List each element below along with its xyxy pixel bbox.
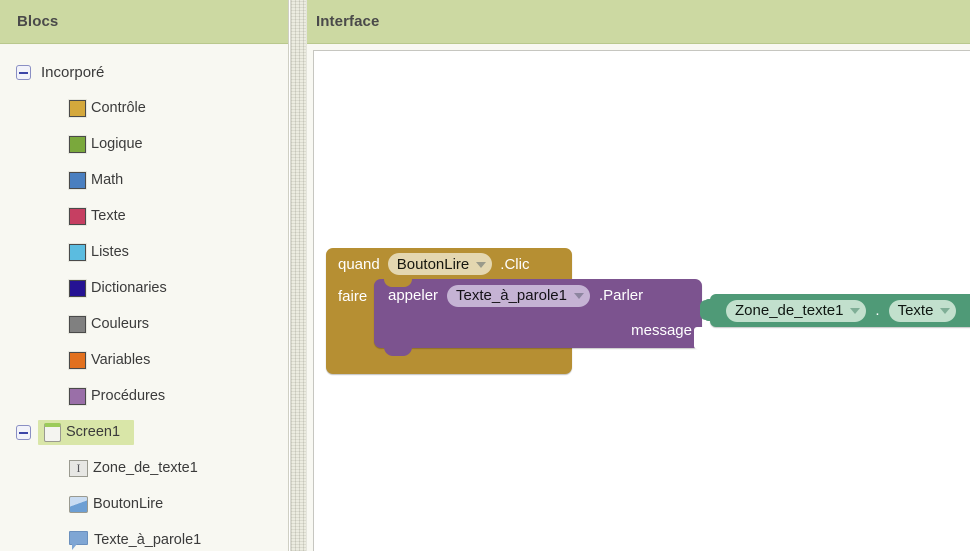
blocks-layer: quand BoutonLire .Clic faire appeler Tex…: [314, 51, 970, 551]
event-block-event-suffix: .Clic: [500, 255, 530, 273]
call-block-component-dropdown[interactable]: Texte_à_parole1: [447, 284, 590, 307]
screen-icon: [44, 422, 61, 442]
textbox-icon: I: [69, 459, 88, 477]
getter-block-property-dropdown[interactable]: Texte: [888, 299, 957, 322]
tree-group-screen1[interactable]: Screen1: [0, 414, 288, 450]
category-color-swatch-icon: [69, 135, 86, 153]
chevron-down-icon[interactable]: [476, 261, 487, 268]
palette-category-label: Listes: [91, 244, 129, 260]
palette-category-variables[interactable]: Variables: [0, 342, 288, 378]
getter-block-component-dropdown[interactable]: Zone_de_texte1: [726, 299, 867, 322]
tree-group-builtin[interactable]: Incorporé: [0, 54, 288, 90]
viewer-panel-header: Interface: [307, 0, 970, 44]
component-item-label: BoutonLire: [93, 496, 164, 512]
category-color-swatch-icon: [69, 351, 86, 369]
getter-block-zone-de-texte1-texte[interactable]: Zone_de_texte1 . Texte: [700, 294, 970, 327]
component-item-boutonlire[interactable]: BoutonLire: [0, 486, 288, 522]
text-to-speech-icon: [69, 530, 89, 550]
blocks-palette-panel: Blocs Incorporé Contrôle Logique Math Te…: [0, 0, 289, 551]
call-block-argument-row: message: [374, 312, 702, 348]
value-output-plug: [700, 299, 715, 321]
call-block-keyword: appeler: [388, 287, 439, 304]
chevron-down-icon[interactable]: [940, 308, 951, 314]
category-color-swatch-icon: [69, 279, 86, 297]
palette-category-label: Logique: [91, 136, 143, 152]
blocks-panel-title: Blocs: [17, 13, 59, 30]
palette-category-couleurs[interactable]: Couleurs: [0, 306, 288, 342]
palette-category-label: Variables: [91, 352, 151, 368]
call-block-method-suffix: .Parler: [598, 287, 644, 304]
blocks-workspace-canvas[interactable]: quand BoutonLire .Clic faire appeler Tex…: [313, 50, 970, 551]
palette-category-label: Couleurs: [91, 316, 150, 332]
blocks-tree: Incorporé Contrôle Logique Math Texte Li…: [0, 45, 288, 551]
palette-category-dictionaries[interactable]: Dictionaries: [0, 270, 288, 306]
selected-screen-highlight[interactable]: Screen1: [38, 419, 135, 445]
viewer-panel-title: Interface: [316, 13, 380, 30]
component-item-label: Texte_à_parole1: [94, 532, 202, 548]
tree-group-builtin-label: Incorporé: [41, 63, 105, 81]
blocks-tree-container[interactable]: Incorporé Contrôle Logique Math Texte Li…: [0, 45, 288, 551]
category-color-swatch-icon: [69, 243, 86, 261]
event-block-component-name: BoutonLire: [396, 255, 470, 273]
palette-category-texte[interactable]: Texte: [0, 198, 288, 234]
app-root: Blocs Incorporé Contrôle Logique Math Te…: [0, 0, 970, 551]
category-color-swatch-icon: [69, 207, 86, 225]
palette-category-math[interactable]: Math: [0, 162, 288, 198]
panel-splitter-handle[interactable]: [290, 0, 307, 551]
chevron-down-icon[interactable]: [850, 308, 861, 314]
event-block-keyword: quand: [338, 255, 380, 273]
palette-category-procedures[interactable]: Procédures: [0, 378, 288, 414]
event-block-header-row: quand BoutonLire .Clic: [326, 248, 572, 280]
button-icon: [69, 495, 88, 513]
call-block-argument-label: message: [631, 321, 692, 339]
component-item-zone-de-texte1[interactable]: I Zone_de_texte1: [0, 450, 288, 486]
category-color-swatch-icon: [69, 99, 86, 117]
event-block-footer: [326, 354, 572, 374]
palette-category-listes[interactable]: Listes: [0, 234, 288, 270]
getter-block-separator: .: [875, 302, 880, 319]
collapse-toggle-icon[interactable]: [16, 64, 31, 80]
block-top-notch: [384, 279, 412, 287]
value-input-socket: [694, 327, 703, 349]
workspace-wrapper: quand BoutonLire .Clic faire appeler Tex…: [313, 50, 970, 551]
component-item-texte-a-parole1[interactable]: Texte_à_parole1: [0, 522, 288, 551]
blocks-panel-header: Blocs: [0, 0, 288, 44]
chevron-down-icon[interactable]: [573, 293, 584, 299]
palette-category-label: Procédures: [91, 388, 166, 404]
call-block-texte-a-parole1-parler[interactable]: appeler Texte_à_parole1 .Parler message: [374, 279, 703, 356]
collapse-toggle-icon[interactable]: [16, 424, 31, 440]
category-color-swatch-icon: [69, 387, 86, 405]
palette-category-label: Texte: [91, 208, 126, 224]
event-block-component-dropdown[interactable]: BoutonLire: [387, 253, 493, 275]
palette-category-controle[interactable]: Contrôle: [0, 90, 288, 126]
palette-category-logique[interactable]: Logique: [0, 126, 288, 162]
getter-block-component-name: Zone_de_texte1: [735, 302, 844, 319]
viewer-panel: Interface quand BoutonLire .Clic faire a…: [307, 0, 970, 551]
palette-category-label: Contrôle: [91, 100, 146, 116]
category-color-swatch-icon: [69, 171, 86, 189]
category-color-swatch-icon: [69, 315, 86, 333]
palette-category-label: Dictionaries: [91, 280, 167, 296]
getter-block-property-name: Texte: [897, 302, 934, 319]
call-block-header-row: appeler Texte_à_parole1 .Parler: [374, 279, 702, 312]
event-block-do-label: faire: [338, 288, 368, 305]
component-item-label: Zone_de_texte1: [93, 460, 198, 476]
tree-group-screen1-label: Screen1: [66, 424, 121, 440]
palette-category-label: Math: [91, 172, 124, 188]
call-block-component-name: Texte_à_parole1: [456, 287, 567, 304]
